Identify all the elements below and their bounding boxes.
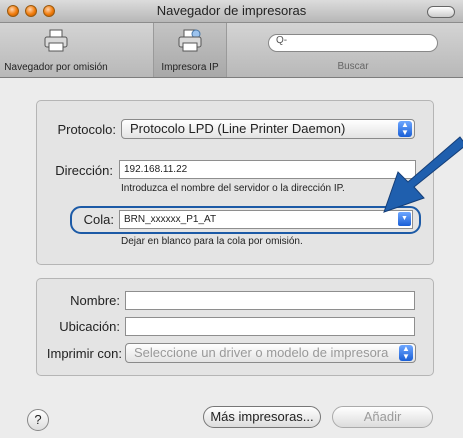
protocol-select[interactable]: Protocolo LPD (Line Printer Daemon) ▲ ▼ (121, 119, 415, 139)
help-button[interactable]: ? (27, 409, 49, 431)
callout-arrow-icon (383, 136, 463, 213)
search-input[interactable] (268, 34, 438, 52)
more-printers-button[interactable]: Más impresoras... (203, 406, 321, 428)
tab-default-browser[interactable]: Navegador por omisión (0, 23, 112, 77)
ip-printer-icon (178, 29, 202, 52)
tab-ip-printer[interactable]: Impresora IP (153, 23, 227, 77)
protocol-value: Protocolo LPD (Line Printer Daemon) (130, 121, 346, 136)
protocol-label: Protocolo: (57, 122, 116, 137)
search-icon: Q- (276, 35, 288, 46)
name-label: Nombre: (70, 293, 120, 308)
search-label: Buscar (337, 61, 369, 72)
toolbar-toggle-button[interactable] (427, 6, 455, 18)
address-field[interactable]: 192.168.11.22 (119, 160, 416, 179)
name-field[interactable] (125, 291, 415, 310)
address-label: Dirección: (55, 163, 113, 178)
tab-ip-printer-label: Impresora IP (161, 62, 219, 73)
add-button[interactable]: Añadir (332, 406, 433, 428)
print-with-label: Imprimir con: (46, 346, 122, 361)
tab-default-browser-label: Navegador por omisión (4, 62, 108, 73)
location-label: Ubicación: (59, 319, 120, 334)
queue-label: Cola: (83, 212, 114, 227)
up-down-arrows-icon: ▲ ▼ (399, 345, 413, 361)
queue-combobox[interactable]: BRN_xxxxxx_P1_AT ▼ (119, 210, 413, 229)
window-title: Navegador de impresoras (156, 3, 307, 18)
driver-select[interactable]: Seleccione un driver o modelo de impreso… (125, 343, 416, 363)
location-field[interactable] (125, 317, 415, 336)
driver-value: Seleccione un driver o modelo de impreso… (134, 345, 389, 360)
queue-value: BRN_xxxxxx_P1_AT (124, 214, 217, 225)
address-hint: Introduzca el nombre del servidor o la d… (121, 183, 345, 194)
queue-hint: Dejar en blanco para la cola por omisión… (121, 236, 303, 247)
printer-icon (44, 29, 68, 52)
